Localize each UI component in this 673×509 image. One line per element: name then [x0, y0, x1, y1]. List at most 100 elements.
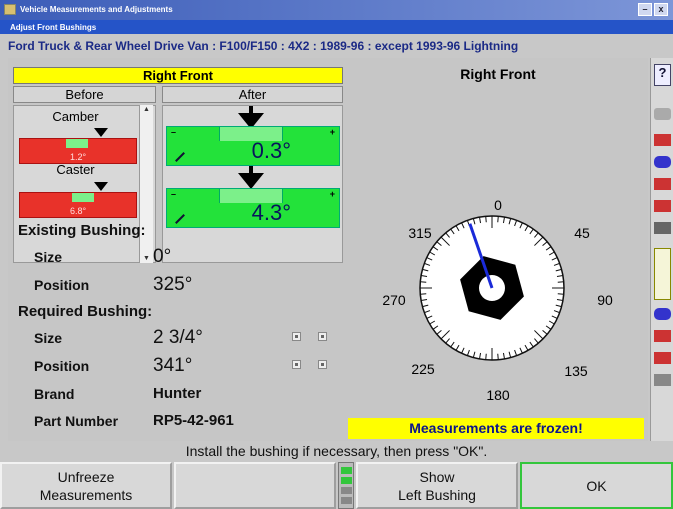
- after-column-header: After: [162, 86, 343, 103]
- scroll-down-icon[interactable]: ▼: [143, 255, 150, 262]
- size-decrease-button[interactable]: [292, 332, 301, 341]
- caster-before-bar: 6.8°: [19, 192, 137, 218]
- camber-before-bar: 1.2°: [19, 138, 137, 164]
- camber-tolerance-window: [66, 139, 88, 148]
- dial-label-90: 90: [597, 292, 613, 308]
- dial-label-0: 0: [494, 197, 502, 213]
- existing-size-label: Size: [34, 249, 63, 265]
- vehicle-description: Ford Truck & Rear Wheel Drive Van : F100…: [8, 39, 519, 53]
- caster-after-box: – + 4.3°: [166, 188, 340, 228]
- vehicle-specs-icon[interactable]: [654, 178, 671, 190]
- window-title-bar: Vehicle Measurements and Adjustments – x: [0, 0, 673, 20]
- close-button[interactable]: x: [654, 3, 668, 16]
- plus-sign: +: [329, 127, 335, 137]
- indicator-segment-4: [341, 497, 352, 504]
- selected-tool-icon[interactable]: [654, 248, 671, 300]
- ok-label: OK: [586, 477, 607, 494]
- unfreeze-label-line1: Unfreeze: [57, 468, 115, 485]
- camber-label: Camber: [52, 109, 99, 124]
- caster-label: Caster: [56, 162, 95, 177]
- required-size-value: 2 3/4°: [153, 327, 203, 348]
- dial-label-135: 135: [564, 363, 588, 379]
- show-left-label-line2: Left Bushing: [398, 486, 476, 503]
- blank-softkey[interactable]: [174, 462, 336, 509]
- dial-label-270: 270: [382, 292, 406, 308]
- minus-sign: –: [171, 127, 177, 137]
- frozen-status-banner: Measurements are frozen!: [348, 418, 644, 439]
- indicator-segment-1: [341, 467, 352, 474]
- dial-tick: [557, 293, 564, 295]
- existing-bushing-title: Existing Bushing:: [18, 222, 146, 239]
- dial-tick: [420, 281, 427, 283]
- side-toolbar: ?: [650, 58, 673, 441]
- position-decrease-button[interactable]: [292, 360, 301, 369]
- unfreeze-label-line2: Measurements: [39, 486, 133, 503]
- caster-tolerance-window: [72, 193, 94, 202]
- instruction-prompt: Install the bushing if necessary, then p…: [0, 441, 673, 461]
- measurements-icon[interactable]: [654, 200, 671, 212]
- before-column-header: Before: [13, 86, 156, 103]
- checker-icon[interactable]: [654, 222, 671, 234]
- part-number-value: RP5-42-961: [153, 412, 234, 429]
- softkey-page-indicator: [338, 462, 354, 509]
- dial-label-45: 45: [574, 225, 590, 241]
- window-title: Vehicle Measurements and Adjustments: [20, 5, 173, 14]
- front-axle-icon[interactable]: [654, 308, 671, 320]
- required-size-label: Size: [34, 330, 63, 346]
- position-increase-button[interactable]: [318, 360, 327, 369]
- required-position-value: 341°: [153, 355, 193, 376]
- show-left-label-line1: Show: [419, 468, 455, 485]
- plus-sign: +: [329, 189, 335, 199]
- help-icon[interactable]: ?: [654, 64, 671, 86]
- dial-title: Right Front: [460, 66, 536, 82]
- unfreeze-measurements-button[interactable]: Unfreeze Measurements: [0, 462, 172, 509]
- dial-tick: [485, 353, 487, 360]
- existing-position-label: Position: [34, 277, 90, 293]
- part-number-label: Part Number: [34, 413, 119, 429]
- brand-label: Brand: [34, 386, 75, 402]
- dial-tick: [557, 281, 564, 283]
- indicator-segment-2: [341, 477, 352, 484]
- softkey-bar: Unfreeze Measurements Show Left Bushing OK: [0, 462, 673, 509]
- adjust-icon[interactable]: [654, 330, 671, 342]
- meter-header: Right Front: [13, 67, 343, 84]
- bushing-dial: 0 45 90 135 180 225 270 315: [382, 197, 613, 403]
- dial-tick: [485, 216, 487, 223]
- indicator-segment-3: [341, 487, 352, 494]
- camber-after-box: – + 0.3°: [166, 126, 340, 166]
- before-panel: [13, 105, 156, 263]
- axle-icon[interactable]: [654, 156, 671, 168]
- required-bushing-title: Required Bushing:: [18, 303, 153, 320]
- caster-after-value: 4.3°: [251, 200, 291, 225]
- dial-tick: [497, 216, 499, 223]
- before-scrollbar[interactable]: ▲ ▼: [139, 105, 153, 263]
- dial-tick: [420, 293, 427, 295]
- pencil-icon: [175, 152, 185, 162]
- caster-before-value: 6.8°: [69, 206, 87, 216]
- dial-label-180: 180: [486, 387, 510, 403]
- alignment-icon[interactable]: [654, 134, 671, 146]
- app-icon: [4, 4, 16, 15]
- screen-subtitle: Adjust Front Bushings: [0, 20, 673, 34]
- rear-icon[interactable]: [654, 352, 671, 364]
- pencil-icon: [175, 214, 185, 224]
- minimize-button[interactable]: –: [638, 3, 652, 16]
- dial-label-315: 315: [408, 225, 432, 241]
- existing-position-value: 325°: [153, 274, 193, 295]
- camber-target-arrow-icon: [94, 128, 108, 137]
- ok-button[interactable]: OK: [520, 462, 673, 509]
- show-left-bushing-button[interactable]: Show Left Bushing: [356, 462, 518, 509]
- camber-after-value: 0.3°: [251, 138, 291, 163]
- caster-target-arrow-icon: [94, 182, 108, 191]
- minus-sign: –: [171, 189, 177, 199]
- wheel-icon[interactable]: [654, 108, 671, 120]
- brand-value: Hunter: [153, 385, 202, 402]
- main-panel: Right Front Before After ▲ ▼ Camber 1.2°…: [8, 58, 648, 441]
- tool-icon[interactable]: [654, 374, 671, 386]
- existing-size-value: 0°: [153, 246, 172, 267]
- scroll-up-icon[interactable]: ▲: [143, 106, 150, 113]
- caster-after-arrow-icon: [238, 173, 264, 189]
- dial-tick: [497, 353, 499, 360]
- size-increase-button[interactable]: [318, 332, 327, 341]
- camber-before-value: 1.2°: [69, 152, 87, 162]
